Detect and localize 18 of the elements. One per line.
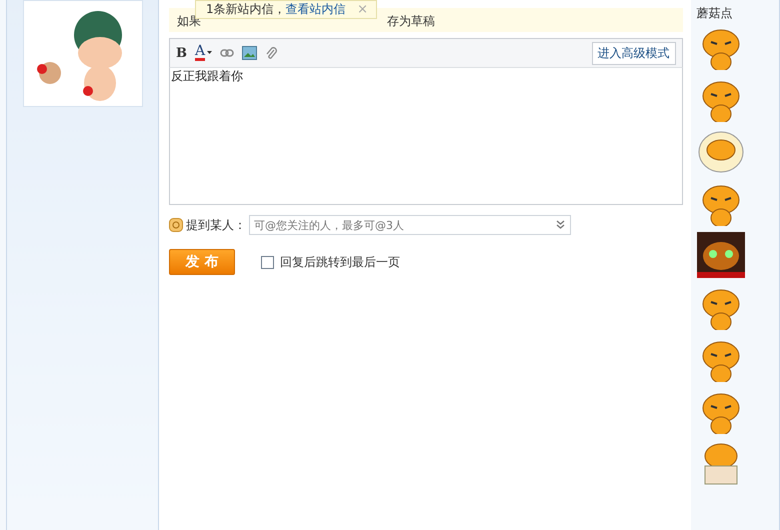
font-color-button[interactable]: A [194,45,212,61]
sticker-panel-title: 蘑菇点 [696,5,734,22]
image-icon[interactable] [242,46,258,60]
view-messages-link[interactable]: 查看站内信 [286,1,346,18]
checkbox-label: 回复后跳转到最后一页 [280,254,400,270]
link-icon[interactable] [220,49,234,57]
mention-field[interactable]: 可@您关注的人，最多可@3人 [248,215,571,235]
notice-text: 存为草稿 [386,13,435,30]
mention-icon [168,218,183,232]
paperclip-icon[interactable] [265,46,278,60]
checkbox[interactable] [260,256,274,268]
mention-label: 提到某人： [186,216,246,234]
advanced-mode-button[interactable]: 进入高级模式 [592,42,676,64]
notification-text: 1条新站内信， [206,1,286,18]
expand-icon[interactable] [556,220,565,230]
bold-button[interactable]: B [176,46,187,60]
reply-editor[interactable]: 反正我跟着你 [168,68,683,205]
caret-icon[interactable] [207,51,212,55]
